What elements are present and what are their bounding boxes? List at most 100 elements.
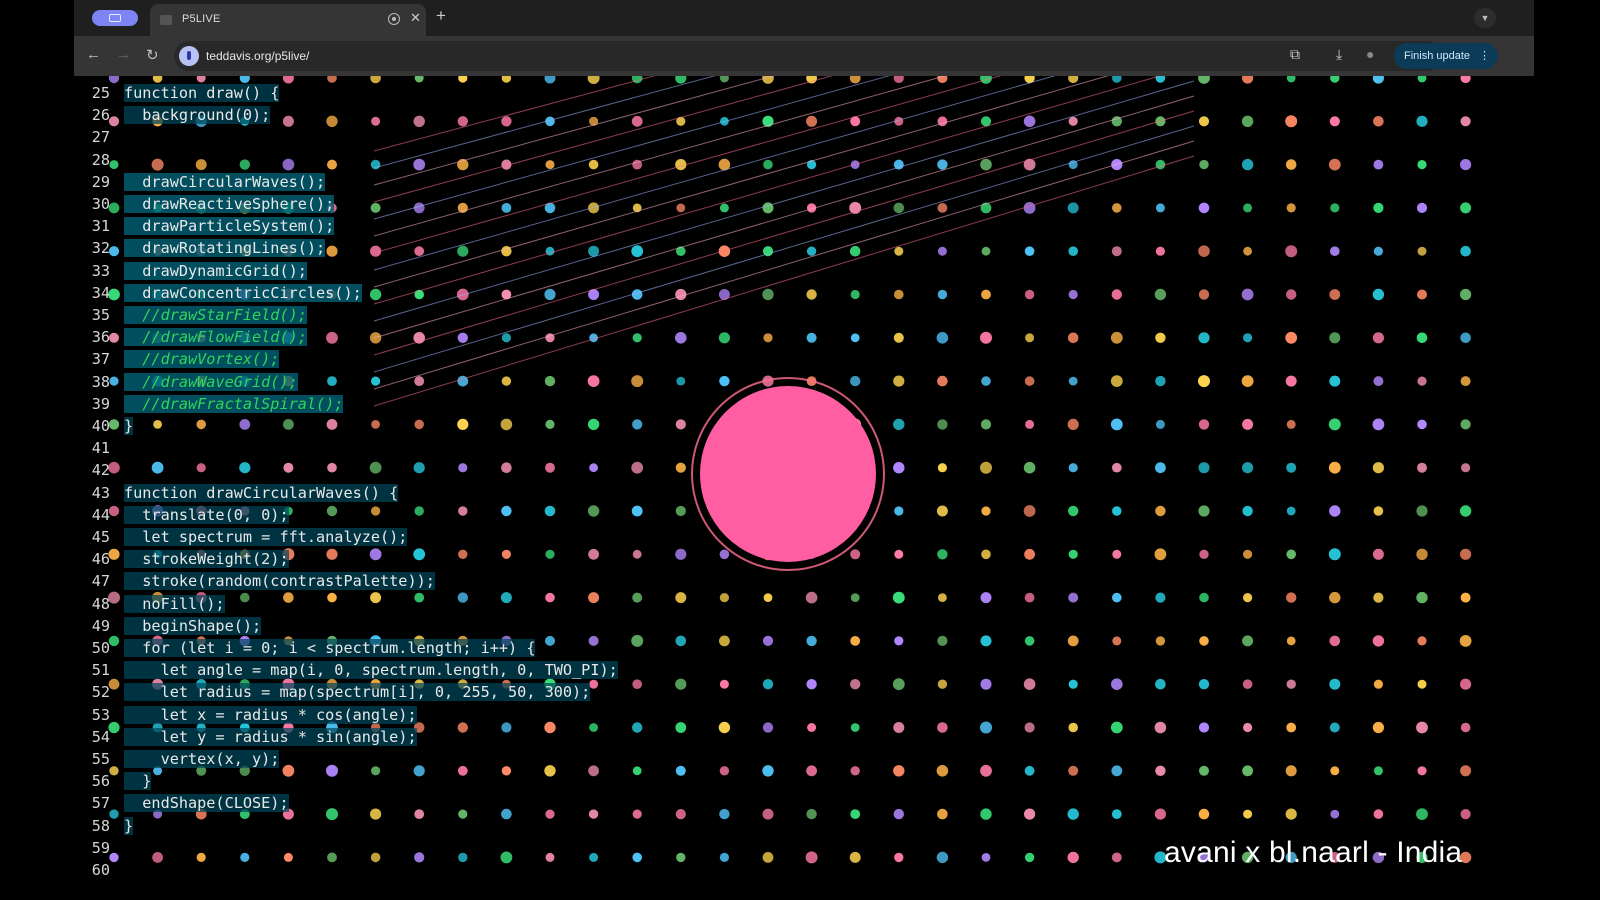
- code-line[interactable]: 49 beginShape();: [74, 615, 774, 637]
- code-line[interactable]: 54 let y = radius * sin(angle);: [74, 726, 774, 748]
- code-text[interactable]: }: [124, 815, 134, 837]
- code-line[interactable]: 25 function draw() {: [74, 82, 774, 104]
- reload-icon[interactable]: ↻: [146, 46, 159, 64]
- code-text[interactable]: translate(0, 0);: [124, 504, 289, 526]
- code-line[interactable]: 30 drawReactiveSphere();: [74, 193, 774, 215]
- code-text[interactable]: //drawStarField();: [124, 304, 307, 326]
- audio-playing-icon[interactable]: [388, 13, 400, 25]
- code-line[interactable]: 58}: [74, 815, 774, 837]
- code-text[interactable]: endShape(CLOSE);: [124, 792, 289, 814]
- code-line[interactable]: 34 drawConcentricCircles();: [74, 282, 774, 304]
- code-text[interactable]: for (let i = 0; i < spectrum.length; i++…: [124, 637, 536, 659]
- code-line[interactable]: 48 noFill();: [74, 593, 774, 615]
- code-line[interactable]: 52 let radius = map(spectrum[i], 0, 255,…: [74, 681, 774, 703]
- grid-dot: [1417, 246, 1427, 256]
- code-line[interactable]: 44 translate(0, 0);: [74, 504, 774, 526]
- grid-dot: [1068, 722, 1078, 733]
- code-line[interactable]: 46 strokeWeight(2);: [74, 548, 774, 570]
- code-text[interactable]: drawReactiveSphere();: [124, 193, 335, 215]
- code-text[interactable]: vertex(x, y);: [124, 748, 280, 770]
- code-text[interactable]: let y = radius * sin(angle);: [124, 726, 417, 748]
- code-text[interactable]: strokeWeight(2);: [124, 548, 289, 570]
- code-line[interactable]: 41: [74, 437, 774, 459]
- code-text[interactable]: function drawCircularWaves() {: [124, 482, 399, 504]
- p5-canvas[interactable]: 25 function draw() {26 background(0); 27 28…: [74, 76, 1534, 900]
- grid-dot: [1024, 592, 1035, 603]
- grid-dot: [936, 851, 949, 864]
- close-tab-icon[interactable]: ✕: [410, 10, 421, 26]
- code-text[interactable]: background(0);: [124, 104, 271, 126]
- back-icon[interactable]: ←: [86, 46, 101, 63]
- grid-dot: [1372, 721, 1384, 734]
- site-info-icon[interactable]: [179, 46, 199, 66]
- code-text[interactable]: beginShape();: [124, 615, 262, 637]
- code-text[interactable]: drawDynamicGrid();: [124, 260, 307, 282]
- code-line[interactable]: 59: [74, 837, 774, 859]
- code-line[interactable]: 50 for (let i = 0; i < spectrum.length; …: [74, 637, 774, 659]
- code-text[interactable]: drawRotatingLines();: [124, 237, 326, 259]
- code-text[interactable]: //drawFlowField();: [124, 326, 307, 348]
- code-line[interactable]: 29 drawCircularWaves();: [74, 171, 774, 193]
- code-text[interactable]: drawCircularWaves();: [124, 171, 326, 193]
- line-number: 50: [91, 639, 110, 657]
- line-number: 41: [91, 439, 110, 458]
- code-line[interactable]: 57 endShape(CLOSE);: [74, 792, 774, 814]
- code-text[interactable]: let radius = map(spectrum[i], 0, 255, 50…: [124, 681, 591, 703]
- code-line[interactable]: 39 //drawFractalSpiral();: [74, 393, 774, 415]
- address-url[interactable]: teddavis.org/p5live/: [206, 49, 309, 63]
- forward-icon[interactable]: →: [116, 46, 131, 63]
- code-text[interactable]: //drawWaveGrid();: [124, 371, 298, 393]
- tab-p5live[interactable]: P5LIVE ✕: [150, 4, 426, 36]
- code-text[interactable]: let angle = map(i, 0, spectrum.length, 0…: [124, 659, 618, 681]
- code-line[interactable]: 51 let angle = map(i, 0, spectrum.length…: [74, 659, 774, 681]
- code-text[interactable]: drawConcentricCircles();: [124, 282, 362, 304]
- more-menu-icon[interactable]: ⋮: [1479, 43, 1490, 69]
- code-line[interactable]: 33 drawDynamicGrid();: [74, 260, 774, 282]
- code-line[interactable]: 27: [74, 126, 774, 148]
- code-line[interactable]: 37 //drawVortex();: [74, 348, 774, 370]
- code-line[interactable]: 40}: [74, 415, 774, 437]
- grid-dot: [1198, 462, 1210, 474]
- grid-dot: [1372, 548, 1384, 560]
- code-line[interactable]: 38 //drawWaveGrid();: [74, 371, 774, 393]
- finish-update-button[interactable]: Finish update ⋮: [1394, 43, 1498, 69]
- code-text[interactable]: let spectrum = fft.analyze();: [124, 526, 408, 548]
- grid-dot: [1285, 115, 1298, 128]
- code-text[interactable]: function draw() {: [124, 82, 280, 104]
- code-line[interactable]: 43 function drawCircularWaves() {: [74, 482, 774, 504]
- code-text[interactable]: stroke(random(contrastPalette));: [124, 570, 435, 592]
- code-text[interactable]: let x = radius * cos(angle);: [124, 704, 417, 726]
- profile-icon[interactable]: ●: [1366, 46, 1374, 62]
- chevron-down-icon[interactable]: ▼: [1474, 8, 1496, 28]
- code-line[interactable]: 45 let spectrum = fft.analyze();: [74, 526, 774, 548]
- grid-dot: [1241, 158, 1254, 171]
- new-tab-icon[interactable]: +: [436, 6, 446, 26]
- code-text[interactable]: //drawFractalSpiral();: [124, 393, 344, 415]
- extensions-icon[interactable]: ⧉: [1290, 46, 1300, 63]
- grid-dot: [807, 723, 817, 732]
- code-line[interactable]: 42: [74, 459, 774, 481]
- address-bar[interactable]: teddavis.org/p5live/ ☆: [174, 41, 1442, 71]
- grid-dot: [850, 375, 861, 387]
- code-text[interactable]: }: [124, 415, 134, 437]
- download-icon[interactable]: ⤓: [1336, 46, 1342, 63]
- code-text[interactable]: noFill();: [124, 593, 225, 615]
- code-line[interactable]: 60: [74, 859, 774, 881]
- code-text[interactable]: }: [124, 770, 152, 792]
- code-line[interactable]: 55 vertex(x, y);: [74, 748, 774, 770]
- code-line[interactable]: 47 stroke(random(contrastPalette));: [74, 570, 774, 592]
- grid-dot: [1286, 289, 1297, 300]
- code-line[interactable]: 36 //drawFlowField();: [74, 326, 774, 348]
- code-line[interactable]: 35 //drawStarField();: [74, 304, 774, 326]
- grid-dot: [1241, 115, 1254, 127]
- code-line[interactable]: 28: [74, 149, 774, 171]
- code-text[interactable]: //drawVortex();: [124, 348, 280, 370]
- code-text[interactable]: drawParticleSystem();: [124, 215, 335, 237]
- code-line[interactable]: 31 drawParticleSystem();: [74, 215, 774, 237]
- code-line[interactable]: 56 }: [74, 770, 774, 792]
- code-line[interactable]: 32 drawRotatingLines();: [74, 237, 774, 259]
- code-line[interactable]: 26 background(0);: [74, 104, 774, 126]
- grid-dot: [806, 332, 817, 343]
- code-line[interactable]: 53 let x = radius * cos(angle);: [74, 704, 774, 726]
- tab-groups-button[interactable]: [92, 10, 138, 26]
